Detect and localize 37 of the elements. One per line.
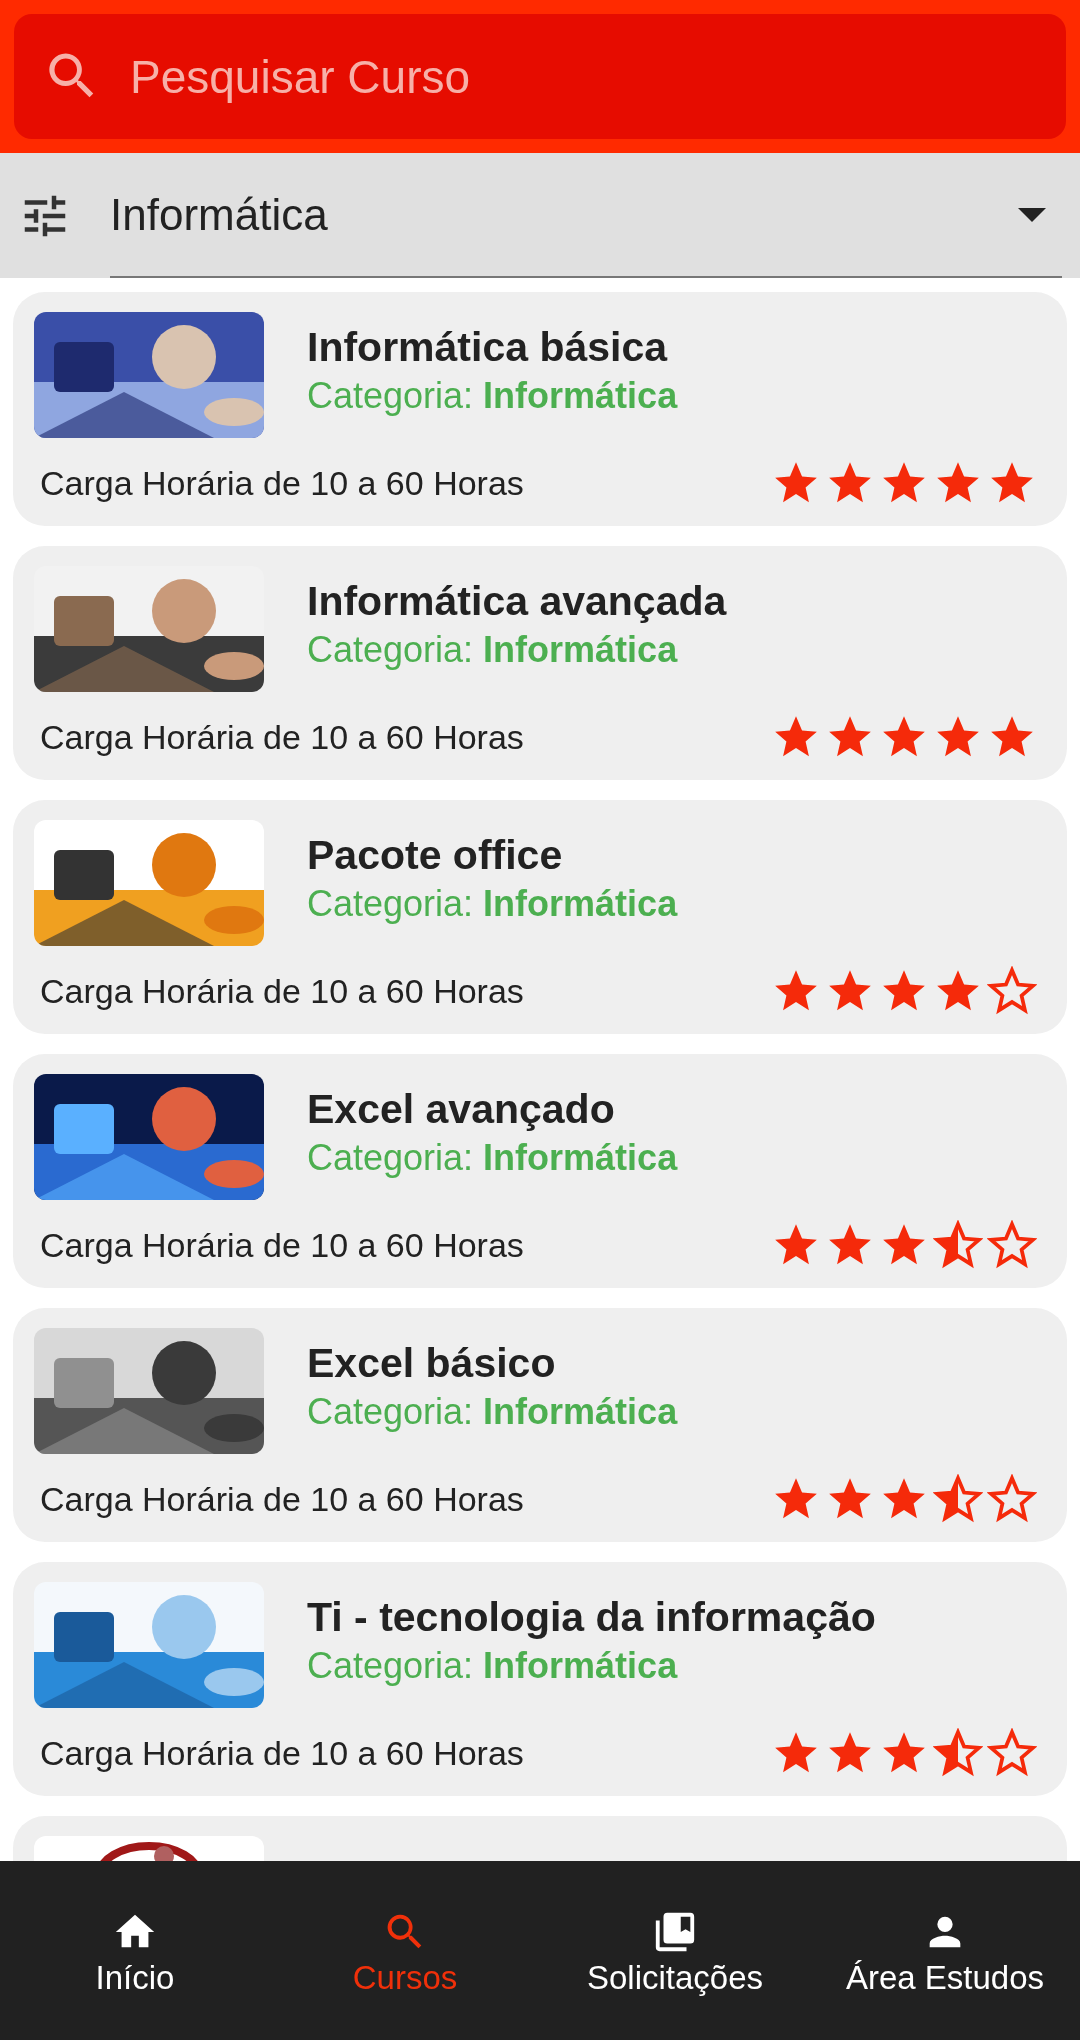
star-icon <box>933 1474 983 1524</box>
course-category: Categoria: Informática <box>307 375 678 417</box>
star-icon <box>987 1728 1037 1778</box>
course-category: Categoria: Informática <box>307 1645 679 1687</box>
course-hours: Carga Horária de 10 a 60 Horas <box>40 1733 524 1773</box>
course-title: Excel básico <box>307 1340 557 1387</box>
search-field[interactable]: Pesquisar Curso <box>14 14 1066 139</box>
course-hours: Carga Horária de 10 a 60 Horas <box>40 1225 524 1265</box>
nav-tab[interactable]: Cursos <box>270 1904 540 1997</box>
nav-tab[interactable]: Solicitações <box>540 1904 810 1997</box>
caret-icon <box>1018 207 1046 222</box>
course-card[interactable]: Ti - tecnologia da informação Categoria: Informática Carga Horária de 10 a 60 Horas <box>13 1562 1067 1796</box>
course-hours: Carga Horária de 10 a 60 Horas <box>40 971 524 1011</box>
course-card[interactable]: Excel avançado Categoria: Informática Carga Horária de 10 a 60 Horas <box>13 1054 1067 1288</box>
course-hours: Carga Horária de 10 a 60 Horas <box>40 717 524 757</box>
course-hours: Carga Horária de 10 a 60 Horas <box>40 463 524 503</box>
star-icon <box>987 1474 1037 1524</box>
course-card[interactable]: Informática básica Categoria: Informática Carga Horária de 10 a 60 Horas <box>13 292 1067 526</box>
course-title: Pacote office <box>307 832 564 879</box>
course-title: Excel avançado <box>307 1086 616 1133</box>
course-title: Ti - tecnologia da informação <box>307 1594 876 1641</box>
course-title: Informática avançada <box>307 578 727 625</box>
course-hours: Carga Horária de 10 a 60 Horas <box>40 1479 524 1519</box>
star-icon <box>933 1728 983 1778</box>
course-category: Categoria: Informática <box>307 883 678 925</box>
star-icon <box>987 966 1037 1016</box>
course-card[interactable]: Pacote office Categoria: Informática Carga Horária de 10 a 60 Horas <box>13 800 1067 1034</box>
nav-tab[interactable]: Área Estudos <box>810 1904 1080 1997</box>
course-category: Categoria: Informática <box>307 1137 678 1179</box>
course-card[interactable]: Informática avançada Categoria: Informática Carga Horária de 10 a 60 Horas <box>13 546 1067 780</box>
course-card[interactable]: Excel básico Categoria: Informática Carga Horária de 10 a 60 Horas <box>13 1308 1067 1542</box>
course-category: Categoria: Informática <box>307 629 679 671</box>
star-icon <box>987 1220 1037 1270</box>
nav-tab[interactable]: Início <box>0 1904 270 1997</box>
course-title: Informática básica <box>307 324 669 371</box>
course-category: Categoria: Informática <box>307 1391 678 1433</box>
star-icon <box>933 1220 983 1270</box>
